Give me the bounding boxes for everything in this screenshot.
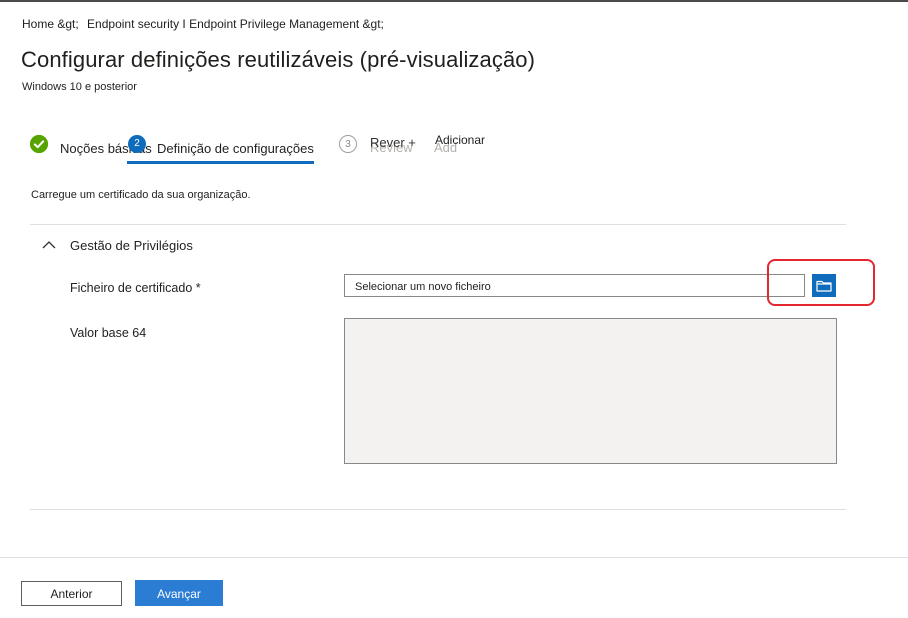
base64-value-label: Valor base 64 [70, 326, 147, 340]
step-3-label[interactable]: Rever + [370, 135, 416, 150]
base64-value-textarea [344, 318, 837, 464]
section-title: Gestão de Privilégios [70, 238, 193, 253]
breadcrumb: Home &gt; Endpoint security I Endpoint P… [22, 17, 389, 31]
step-3-add-label[interactable]: Adicionar [435, 133, 485, 147]
breadcrumb-endpoint-privilege-management[interactable]: Endpoint security I Endpoint Privilege M… [87, 17, 384, 31]
next-button[interactable]: Avançar [135, 580, 223, 606]
step-1-checkmark-icon[interactable] [30, 135, 48, 153]
upload-description: Carregue um certificado da sua organizaç… [31, 189, 251, 201]
certificate-file-input[interactable]: Selecionar um novo ficheiro [344, 274, 805, 297]
section-divider-top [30, 224, 846, 225]
checkmark-icon [30, 135, 48, 153]
section-collapse-toggle[interactable] [40, 236, 58, 254]
breadcrumb-home[interactable]: Home &gt; [22, 17, 79, 31]
section-divider-bottom [30, 509, 846, 510]
current-step-indicator [127, 161, 314, 164]
step-3-number[interactable]: 3 [339, 135, 357, 153]
previous-button[interactable]: Anterior [21, 581, 122, 606]
highlight-annotation [767, 259, 875, 306]
step-2-number[interactable]: 2 [128, 135, 146, 153]
window-top-border [0, 0, 908, 2]
chevron-up-icon [42, 241, 56, 249]
step-2-label[interactable]: Definição de configurações [157, 141, 314, 156]
certificate-file-label: Ficheiro de certificado * [70, 281, 201, 295]
page-title: Configurar definições reutilizáveis (pré… [21, 47, 536, 72]
footer-divider [0, 557, 908, 558]
page-subtitle: Windows 10 e posterior [22, 81, 137, 93]
